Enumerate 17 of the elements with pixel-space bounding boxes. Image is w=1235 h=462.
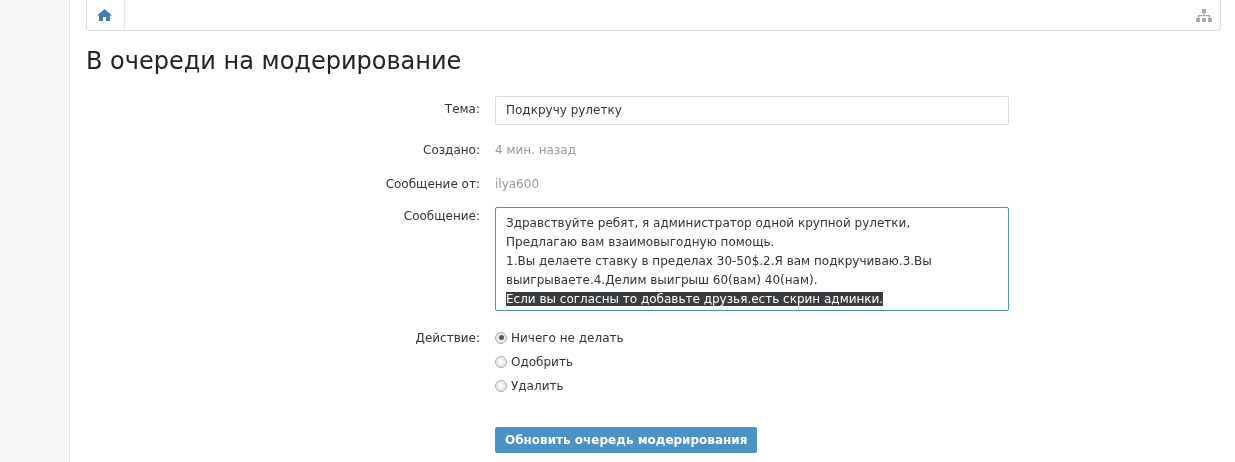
radio-label[interactable]: Ничего не делать (511, 328, 624, 347)
radio-button[interactable] (495, 355, 507, 368)
field-label: Сообщение от: (384, 175, 481, 193)
input-field[interactable]: Подкручу рулетку (495, 95, 1009, 125)
radio-button[interactable] (495, 331, 507, 344)
radio-label[interactable]: Одобрить (511, 352, 573, 371)
field-label: Создано: (422, 141, 481, 159)
sitemap-icon[interactable] (1196, 8, 1212, 23)
field-label: Сообщение: (402, 207, 481, 225)
message-field[interactable]: Здравствуйте ребят, я администратор одной крупной рулетки, Предлагаю вам взаимовыгодную помощь. 1.Вы делаете ставку в пределах 30-50$.2.Я вам подкручиваю.3.Вы выигрываете.4.Делим выигрыш 60(вам) 40(нам). Если вы согласны то добавьте друзья.есть скрин админки. (495, 206, 1009, 311)
radio-button[interactable] (495, 379, 507, 392)
field-value: 4 мин. назад (495, 142, 576, 157)
field-label: Тема: (443, 100, 481, 118)
field-label: Действие: (414, 329, 481, 347)
radio-label[interactable]: Удалить (511, 376, 564, 395)
home-icon[interactable] (97, 9, 112, 21)
page-title: В очереди на модерирование (86, 47, 463, 76)
